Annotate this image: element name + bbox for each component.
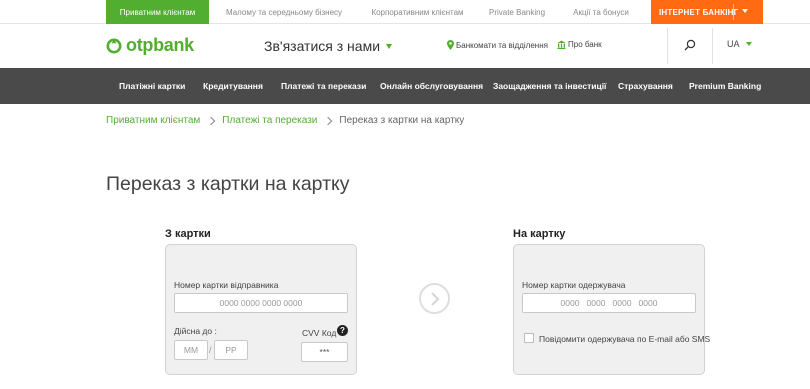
expiry-year-input[interactable]: РР <box>214 340 248 360</box>
cvv-label: CVV Код <box>302 328 337 338</box>
nav-item-savings[interactable]: Заощадження та інвестиції <box>493 68 606 104</box>
header: otpbank Зв'язатися з нами Банкомати та в… <box>0 24 810 68</box>
nav-item-online[interactable]: Онлайн обслуговування <box>380 68 483 104</box>
chevron-down-icon <box>745 42 752 46</box>
search-icon[interactable] <box>683 38 697 52</box>
chevron-right-icon <box>207 116 216 125</box>
expiry-label: Дійсна до : <box>174 326 217 336</box>
language-label: UA <box>727 39 740 49</box>
logo[interactable]: otpbank <box>106 35 194 56</box>
contact-dropdown[interactable]: Зв'язатися з нами <box>264 38 393 54</box>
about-link[interactable]: Про банк <box>557 40 602 49</box>
sender-card-number-input[interactable]: 0000 0000 0000 0000 <box>174 293 348 313</box>
breadcrumb: Приватним клієнтам Платежі та перекази П… <box>106 115 464 126</box>
nav-item-premium[interactable]: Premium Banking <box>689 68 761 104</box>
nav-item-payments[interactable]: Платежі та перекази <box>281 68 366 104</box>
segment-bar-spacer <box>0 0 106 23</box>
breadcrumb-payments[interactable]: Платежі та перекази <box>222 115 317 126</box>
chevron-down-icon <box>386 43 393 49</box>
atms-link[interactable]: Банкомати та відділення <box>447 40 548 50</box>
from-card-panel: Номер картки відправника 0000 0000 0000 … <box>165 244 357 375</box>
contact-label: Зв'язатися з нами <box>264 38 381 54</box>
segment-private-banking[interactable]: Private Banking <box>476 0 558 24</box>
segment-sme[interactable]: Малому та середньому бізнесу <box>209 0 359 24</box>
atms-label: Банкомати та відділення <box>456 40 548 50</box>
divider <box>712 28 713 64</box>
language-selector[interactable]: UA <box>727 39 752 49</box>
recipient-card-number-label: Номер картки одержувача <box>522 280 626 290</box>
bank-icon <box>557 40 566 49</box>
divider <box>667 28 668 64</box>
logo-text: otpbank <box>126 35 194 55</box>
divider <box>733 4 734 20</box>
expiry-separator: / <box>209 345 212 355</box>
internet-banking-button[interactable]: ІНТЕРНЕТ БАНКІНГ <box>651 0 763 24</box>
segment-corporate[interactable]: Корпоративним клієнтам <box>359 0 476 24</box>
help-icon[interactable]: ? <box>337 325 348 336</box>
expiry-month-input[interactable]: ММ <box>174 340 208 360</box>
nav-item-credits[interactable]: Кредитування <box>203 68 263 104</box>
from-card-title: З картки <box>165 228 211 240</box>
breadcrumb-current: Переказ з картки на картку <box>339 115 465 126</box>
segment-promotions[interactable]: Акції та бонуси <box>558 0 644 24</box>
segment-bar: Приватним клієнтам Малому та середньому … <box>0 0 810 24</box>
notify-checkbox[interactable] <box>524 333 534 343</box>
about-label: Про банк <box>568 40 602 49</box>
to-card-title: На картку <box>513 228 566 240</box>
chevron-right-icon <box>324 116 333 125</box>
recipient-card-number-input[interactable]: 0000 0000 0000 0000 <box>522 293 696 313</box>
to-card-panel: Номер картки одержувача 0000 0000 0000 0… <box>513 244 710 375</box>
notify-label: Повідомити одержувача по E-mail або SMS <box>539 334 711 344</box>
nav-item-cards[interactable]: Платіжні картки <box>119 68 185 104</box>
cvv-input[interactable]: *** <box>301 342 348 362</box>
chevron-right-icon <box>430 291 439 306</box>
nav-item-insurance[interactable]: Страхування <box>618 68 673 104</box>
otp-logo-icon <box>106 38 122 53</box>
main-nav: Платіжні картки Кредитування Платежі та … <box>0 68 810 104</box>
transfer-arrow <box>419 283 450 314</box>
sender-card-number-label: Номер картки відправника <box>174 280 279 290</box>
segment-private[interactable]: Приватним клієнтам <box>106 0 209 24</box>
chevron-down-icon[interactable] <box>742 9 748 13</box>
internet-banking-label: ІНТЕРНЕТ БАНКІНГ <box>659 7 739 17</box>
map-pin-icon <box>447 40 454 50</box>
breadcrumb-private[interactable]: Приватним клієнтам <box>106 115 200 126</box>
page-title: Переказ з картки на картку <box>106 173 350 195</box>
